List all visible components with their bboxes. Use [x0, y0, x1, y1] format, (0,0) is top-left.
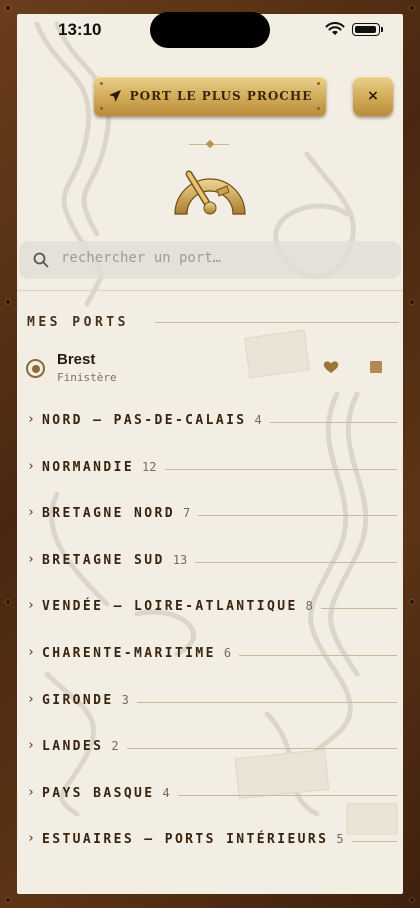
region-label: LANDES 2 [42, 739, 119, 754]
region-name: NORMANDIE [42, 459, 135, 475]
region-name: GIRONDE [42, 692, 114, 708]
region-count: 5 [336, 832, 344, 847]
divider [155, 322, 399, 323]
region-label: GIRONDE 3 [42, 693, 129, 708]
close-button[interactable]: × [353, 76, 393, 116]
chevron-right-icon: › [27, 551, 35, 567]
region-label: NORD — PAS-DE-CALAIS 4 [42, 413, 262, 428]
port-picker-panel: PORT LE PLUS PROCHE × rechercher un port… [17, 14, 403, 894]
divider [352, 841, 397, 843]
divider [178, 794, 397, 796]
region-row[interactable]: › GIRONDE 3 [17, 688, 403, 716]
divider [127, 748, 397, 750]
divider [137, 701, 397, 703]
dynamic-island [150, 12, 270, 48]
region-row[interactable]: › VENDÉE — LOIRE-ATLANTIQUE 8 [17, 594, 403, 622]
location-arrow-icon [108, 90, 121, 102]
my-ports-heading: MES PORTS [27, 315, 129, 330]
region-count: 7 [182, 506, 191, 521]
region-name: BRETAGNE SUD [42, 552, 165, 568]
status-bar: 13:10 [0, 0, 420, 50]
region-label: BRETAGNE SUD 13 [42, 553, 187, 568]
region-row[interactable]: › LANDES 2 [17, 734, 403, 762]
region-count: 3 [121, 692, 129, 707]
chevron-right-icon: › [27, 412, 35, 427]
port-name: Brest [57, 351, 96, 368]
region-label: BRETAGNE NORD 7 [42, 506, 190, 521]
chevron-right-icon: › [27, 738, 35, 754]
region-count: 8 [305, 599, 313, 614]
chevron-right-icon: › [27, 505, 35, 521]
rivet [6, 898, 10, 902]
chevron-right-icon: › [27, 598, 35, 614]
region-count: 2 [111, 739, 119, 754]
divider [17, 290, 403, 291]
region-count: 6 [223, 646, 232, 660]
battery-icon [352, 23, 383, 36]
nearest-port-button[interactable]: PORT LE PLUS PROCHE [94, 76, 326, 116]
divider [195, 561, 397, 563]
region-name: NORD — PAS-DE-CALAIS [42, 413, 247, 428]
wifi-icon [325, 22, 345, 35]
region-row[interactable]: › NORMANDIE 12 [17, 455, 403, 483]
divider [239, 655, 397, 656]
chevron-right-icon: › [27, 645, 35, 660]
region-label: PAYS BASQUE 4 [42, 786, 170, 801]
my-port-row[interactable]: Brest Finistère [17, 349, 403, 391]
rivet [6, 300, 10, 304]
region-row[interactable]: › ESTUAIRES — PORTS INTÉRIEURS 5 [17, 827, 403, 855]
region-label: CHARENTE-MARITIME 6 [42, 646, 231, 661]
region-count: 12 [142, 459, 157, 474]
status-time: 13:10 [58, 20, 102, 39]
region-label: NORMANDIE 12 [42, 460, 157, 475]
search-icon [33, 252, 49, 268]
search-input[interactable]: rechercher un port… [61, 250, 221, 266]
region-count: 4 [162, 785, 170, 800]
heart-icon[interactable] [323, 360, 339, 374]
region-label: VENDÉE — LOIRE-ATLANTIQUE 8 [42, 599, 313, 614]
region-count: 13 [172, 552, 188, 567]
sextant-icon [174, 170, 246, 215]
nearest-port-label: PORT LE PLUS PROCHE [129, 89, 313, 103]
region-name: ESTUAIRES — PORTS INTÉRIEURS [42, 832, 329, 848]
region-count: 4 [254, 413, 262, 427]
chevron-right-icon: › [27, 691, 35, 707]
region-row[interactable]: › BRETAGNE NORD 7 [17, 501, 403, 529]
region-row[interactable]: › PAYS BASQUE 4 [17, 781, 403, 809]
port-subtitle: Finistère [57, 371, 117, 384]
square-icon[interactable] [370, 361, 382, 373]
divider [165, 468, 397, 470]
rivet [410, 300, 414, 304]
close-icon: × [367, 88, 379, 104]
region-name: CHARENTE-MARITIME [42, 646, 216, 661]
region-row[interactable]: › CHARENTE-MARITIME 6 [17, 641, 403, 669]
region-name: BRETAGNE NORD [42, 506, 175, 522]
divider [198, 515, 397, 517]
divider [321, 608, 397, 610]
region-name: PAYS BASQUE [42, 785, 155, 801]
chevron-right-icon: › [27, 458, 35, 474]
region-label: ESTUAIRES — PORTS INTÉRIEURS 5 [42, 832, 344, 847]
rivet [410, 600, 414, 604]
divider [270, 422, 397, 423]
rivet [6, 600, 10, 604]
port-radio[interactable] [26, 359, 45, 378]
region-name: LANDES [42, 739, 104, 755]
region-row[interactable]: › NORD — PAS-DE-CALAIS 4 [17, 408, 403, 436]
chevron-right-icon: › [27, 831, 35, 847]
region-row[interactable]: › BRETAGNE SUD 13 [17, 548, 403, 576]
chevron-right-icon: › [27, 784, 35, 800]
search-bar[interactable]: rechercher un port… [19, 241, 401, 279]
region-name: VENDÉE — LOIRE-ATLANTIQUE [42, 599, 298, 615]
rivet [410, 898, 414, 902]
